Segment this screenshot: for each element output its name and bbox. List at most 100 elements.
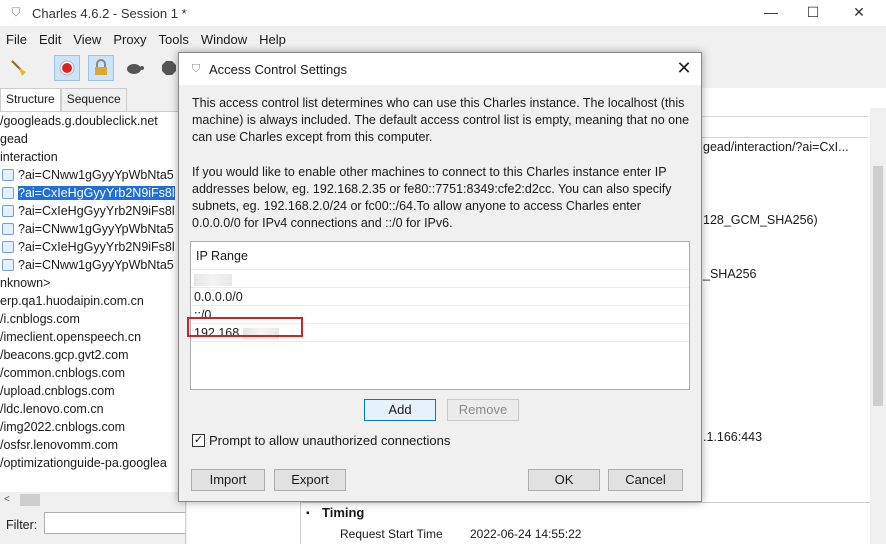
tree-item-label: /beacons.gcp.gvt2.com [0, 348, 129, 362]
horizontal-scrollbar-thumb[interactable] [20, 494, 40, 506]
tree-item-label: erp.qa1.huodaipin.com.cn [0, 294, 144, 308]
tree-item[interactable]: /i.cnblogs.com [0, 310, 185, 328]
ip-range-list[interactable]: IP Range 0.0.0.0/0 ::/0 192.168 [190, 241, 690, 390]
request-icon [2, 223, 14, 235]
tree-item-label: ?ai=CxIeHgGyyYrb2N9iFs8l [18, 204, 175, 218]
dialog-titlebar: ⛉ Access Control Settings ✕ [179, 53, 701, 85]
tree-item[interactable]: erp.qa1.huodaipin.com.cn [0, 292, 185, 310]
structure-pane: Structure Sequence /googleads.g.doublecl… [0, 88, 186, 544]
vertical-scrollbar-thumb[interactable] [873, 166, 883, 406]
ssl-lock-icon[interactable] [88, 55, 114, 81]
cipher-suite-1: 128_GCM_SHA256) [703, 213, 818, 227]
menu-file[interactable]: File [0, 32, 33, 47]
tree-item[interactable]: /img2022.cnblogs.com [0, 418, 185, 436]
request-icon [2, 205, 14, 217]
tree-item-label: /imeclient.openspeech.cn [0, 330, 142, 344]
request-icon [2, 187, 14, 199]
tree-item-label: ?ai=CNww1gGyyYpWbNta5 [18, 258, 174, 272]
cipher-suite-2: _SHA256 [703, 267, 757, 281]
tree-item-label: /common.cnblogs.com [0, 366, 126, 380]
menu-edit[interactable]: Edit [33, 32, 67, 47]
maximize-button[interactable]: ☐ [790, 0, 836, 26]
tree-item[interactable]: interaction [0, 148, 185, 166]
host-tree: /googleads.g.doubleclick.net gead interact… [0, 112, 185, 472]
minimize-button[interactable]: — [748, 0, 794, 26]
tree-item[interactable]: ?ai=CxIeHgGyyYrb2N9iFs8l [0, 238, 185, 256]
instructions-paragraph: If you would like to enable other machin… [192, 165, 672, 230]
tree-item[interactable]: /beacons.gcp.gvt2.com [0, 346, 185, 364]
timing-header: Timing [322, 505, 365, 520]
menu-window[interactable]: Window [195, 32, 253, 47]
dialog-title: Access Control Settings [209, 61, 348, 77]
tree-item[interactable]: ?ai=CxIeHgGyyYrb2N9iFs8l [0, 184, 185, 202]
charles-app-icon: ⛉ [11, 5, 21, 19]
menu-bar: File Edit View Proxy Tools Window Help [0, 28, 886, 50]
ip-range-header: IP Range [191, 242, 689, 270]
timing-section: ▪ Timing Request Start Time 2022-06-24 1… [300, 502, 870, 544]
request-icon [2, 169, 14, 181]
tree-item[interactable]: ?ai=CNww1gGyyYpWbNta5 [0, 166, 185, 184]
window-titlebar: ⛉ Charles 4.6.2 - Session 1 * — ☐ ✕ [0, 0, 886, 26]
tree-item-label: nknown> [0, 276, 51, 290]
highlight-box [187, 317, 303, 337]
timing-row-label: Request Start Time [340, 527, 443, 541]
tree-item[interactable]: /imeclient.openspeech.cn [0, 328, 185, 346]
filter-label: Filter: [6, 518, 38, 532]
filter-area: < Filter: [0, 492, 185, 544]
url-fragment: gead/interaction/?ai=CxI... [703, 140, 849, 154]
broom-clear-icon[interactable] [6, 55, 32, 81]
url-row [701, 116, 868, 138]
tree-item[interactable]: /optimizationguide-pa.googlea [0, 454, 185, 472]
checkbox-check-icon[interactable]: ✓ [192, 434, 205, 447]
expand-icon[interactable]: ▪ [306, 508, 310, 519]
ok-button[interactable]: OK [528, 469, 600, 491]
close-icon[interactable]: ✕ [667, 53, 701, 85]
tree-item[interactable]: ?ai=CxIeHgGyyYrb2N9iFs8l [0, 202, 185, 220]
tree-item-label: ?ai=CxIeHgGyyYrb2N9iFs8l [18, 186, 175, 200]
close-window-button[interactable]: ✕ [836, 0, 882, 26]
vertical-scrollbar[interactable] [870, 108, 886, 544]
tree-item-label: /ldc.lenovo.com.cn [0, 402, 104, 416]
tree-item[interactable]: /upload.cnblogs.com [0, 382, 185, 400]
export-button[interactable]: Export [274, 469, 346, 491]
remote-port: .1.166:443 [703, 430, 763, 444]
tab-structure[interactable]: Structure [0, 88, 61, 111]
remove-button[interactable]: Remove [447, 399, 519, 421]
tree-item[interactable]: nknown> [0, 274, 185, 292]
tree-item[interactable]: ?ai=CNww1gGyyYpWbNta5 [0, 220, 185, 238]
tree-item-label: gead [0, 132, 28, 146]
tree-item[interactable]: gead [0, 130, 185, 148]
request-icon [2, 241, 14, 253]
tree-item-label: /optimizationguide-pa.googlea [0, 456, 167, 470]
request-icon [2, 259, 14, 271]
intro-paragraph: This access control list determines who … [192, 96, 690, 144]
menu-tools[interactable]: Tools [153, 32, 195, 47]
scroll-left-icon[interactable]: < [4, 494, 18, 506]
filter-input[interactable] [44, 512, 185, 534]
tree-item-label: /upload.cnblogs.com [0, 384, 115, 398]
redacted-blur [194, 273, 232, 286]
tree-item[interactable]: /osfsr.lenovomm.com [0, 436, 185, 454]
tree-item[interactable]: /googleads.g.doubleclick.net [0, 112, 185, 130]
tree-item-label: ?ai=CNww1gGyyYpWbNta5 [18, 168, 174, 182]
tab-sequence[interactable]: Sequence [60, 88, 127, 111]
menu-proxy[interactable]: Proxy [107, 32, 152, 47]
add-button[interactable]: Add [364, 399, 436, 421]
list-item[interactable]: 0.0.0.0/0 [191, 288, 689, 306]
menu-view[interactable]: View [67, 32, 107, 47]
cancel-button[interactable]: Cancel [608, 469, 683, 491]
tree-item[interactable]: ?ai=CNww1gGyyYpWbNta5 [0, 256, 185, 274]
tree-item-label: ?ai=CxIeHgGyyYrb2N9iFs8l [18, 240, 175, 254]
prompt-unauthorized-checkbox[interactable]: ✓ Prompt to allow unauthorized connectio… [192, 433, 450, 448]
record-icon[interactable] [54, 55, 80, 81]
window-title: Charles 4.6.2 - Session 1 * [32, 5, 187, 21]
view-tabs: Structure Sequence [0, 88, 185, 112]
throttle-turtle-icon[interactable] [122, 55, 148, 81]
list-item[interactable] [191, 270, 689, 288]
charles-dialog-icon: ⛉ [191, 62, 201, 75]
tree-item[interactable]: /ldc.lenovo.com.cn [0, 400, 185, 418]
tree-item-label: /googleads.g.doubleclick.net [0, 114, 158, 128]
import-button[interactable]: Import [191, 469, 265, 491]
tree-item[interactable]: /common.cnblogs.com [0, 364, 185, 382]
menu-help[interactable]: Help [253, 32, 292, 47]
